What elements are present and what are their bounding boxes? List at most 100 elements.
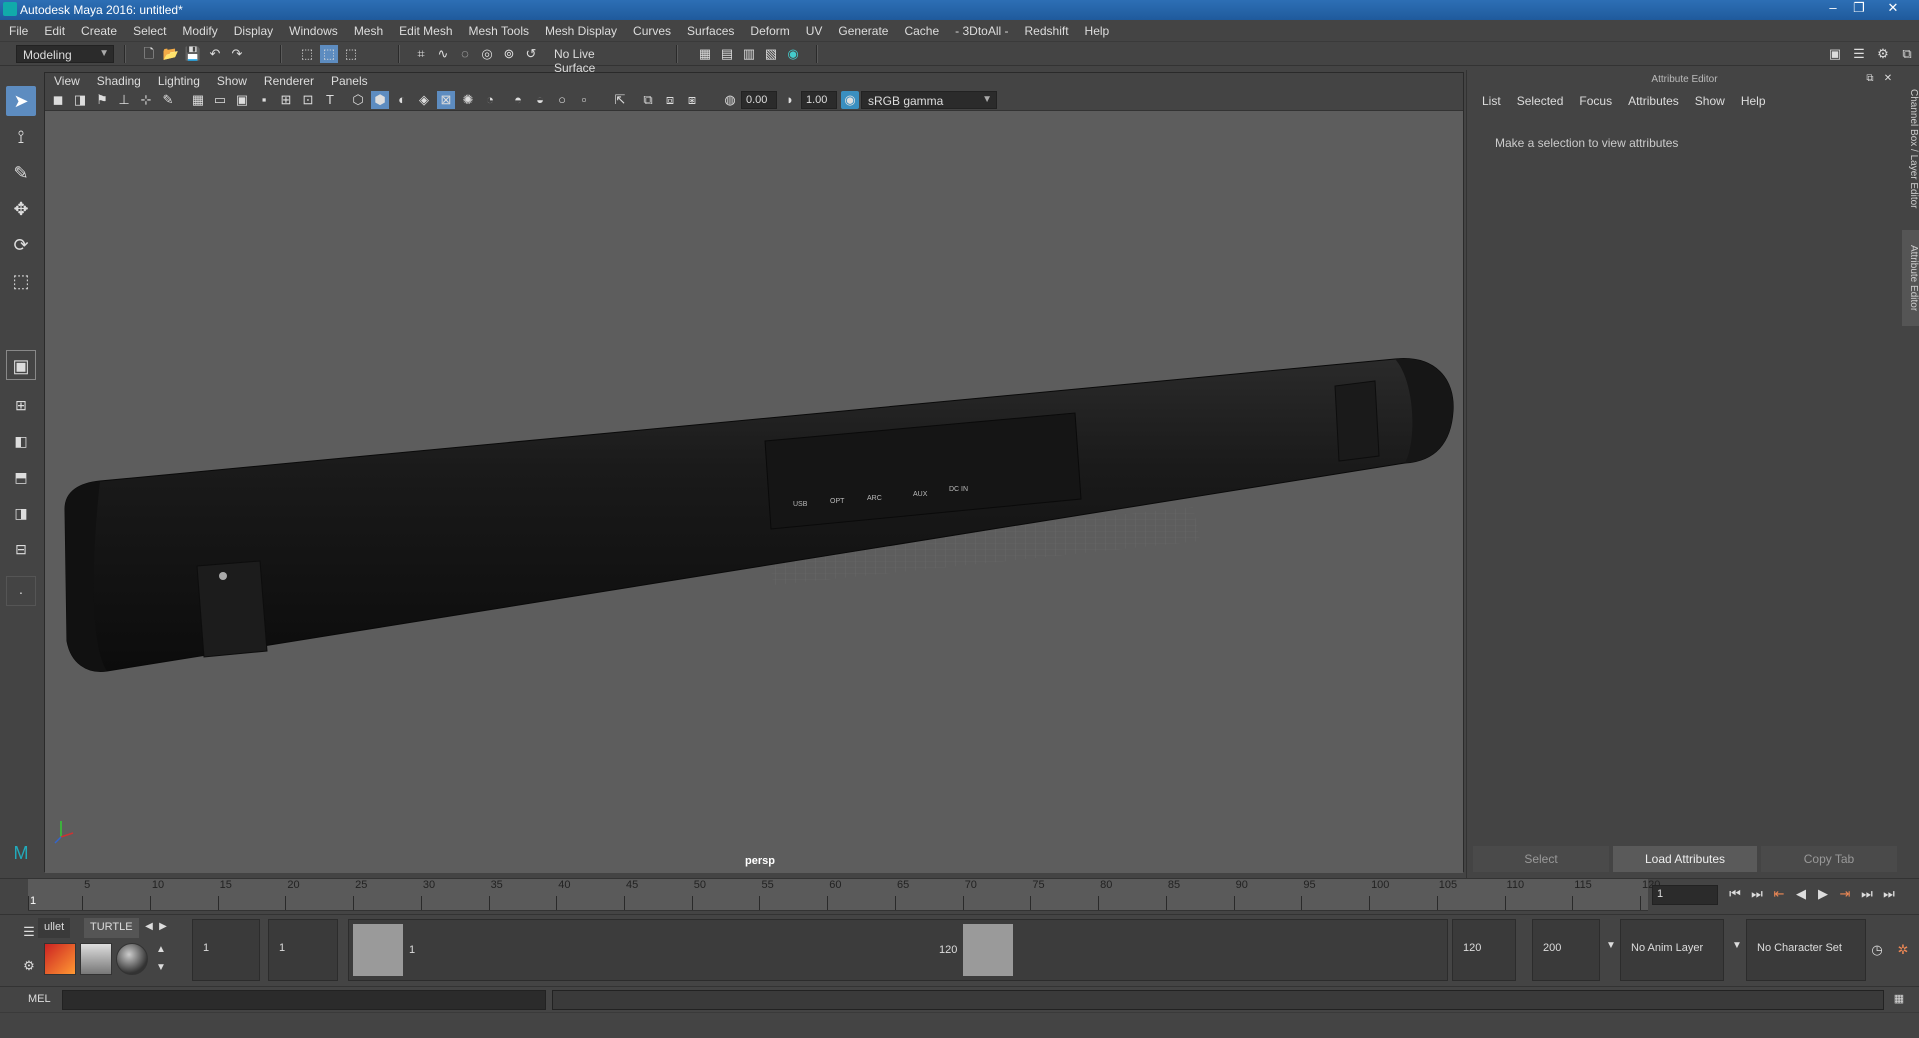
menu-mesh-display[interactable]: Mesh Display bbox=[536, 20, 624, 38]
menu-modify[interactable]: Modify bbox=[173, 20, 224, 38]
persp-outliner-layout-icon[interactable]: ◧ bbox=[6, 426, 36, 456]
xray-components-icon[interactable]: ⧆ bbox=[683, 91, 701, 109]
lasso-tool-icon[interactable]: ⟟ bbox=[6, 122, 36, 152]
viewport-menu-panels[interactable]: Panels bbox=[322, 73, 376, 88]
channel-box-icon[interactable]: ⧉ bbox=[1898, 45, 1916, 63]
select-button[interactable]: Select bbox=[1473, 846, 1609, 872]
film-gate-icon[interactable]: ▭ bbox=[211, 91, 229, 109]
ae-menu-focus[interactable]: Focus bbox=[1570, 94, 1619, 108]
auto-key-icon[interactable]: ◷ bbox=[1868, 941, 1886, 959]
snap-curve-icon[interactable]: ∿ bbox=[434, 45, 452, 63]
menu-mesh[interactable]: Mesh bbox=[345, 20, 390, 38]
select-tool-icon[interactable]: ➤ bbox=[6, 86, 36, 116]
menu-curves[interactable]: Curves bbox=[624, 20, 678, 38]
menu-file[interactable]: File bbox=[0, 20, 35, 38]
render-settings-icon[interactable]: ▦ bbox=[696, 45, 714, 63]
shelf-tab-bullet[interactable]: ullet bbox=[38, 918, 71, 938]
xray-joints-icon[interactable]: ⧈ bbox=[661, 91, 679, 109]
command-language-label[interactable]: MEL bbox=[28, 993, 51, 1005]
play-forwards-icon[interactable]: ▶ bbox=[1814, 885, 1832, 903]
range-start-handle[interactable] bbox=[353, 924, 403, 976]
ae-menu-show[interactable]: Show bbox=[1686, 94, 1732, 108]
menu-display[interactable]: Display bbox=[225, 20, 280, 38]
gamma-field[interactable]: 1.00 bbox=[801, 91, 837, 109]
speaker-tube-model[interactable] bbox=[64, 358, 1454, 672]
anim-layer-dropdown[interactable]: No Anim Layer bbox=[1620, 919, 1724, 981]
tool-settings-icon[interactable]: ⚙ bbox=[1874, 45, 1892, 63]
close-button[interactable]: ✕ bbox=[1880, 0, 1906, 18]
playback-start-field[interactable]: 1 bbox=[268, 919, 338, 981]
camera-attributes-icon[interactable]: ◨ bbox=[71, 91, 89, 109]
menu-3dtoall[interactable]: - 3DtoAll - bbox=[946, 20, 1015, 38]
safe-title-icon[interactable]: T bbox=[321, 91, 339, 109]
four-view-layout-icon[interactable]: ⊞ bbox=[6, 390, 36, 420]
viewport-menu-lighting[interactable]: Lighting bbox=[149, 73, 208, 88]
isolate-select-icon[interactable]: ⇱ bbox=[611, 91, 629, 109]
bookmark-icon[interactable]: ⚑ bbox=[93, 91, 111, 109]
step-back-frame-icon[interactable]: ⇤ bbox=[1770, 885, 1788, 903]
single-perspective-layout-icon[interactable]: ▣ bbox=[6, 350, 36, 380]
shelf-settings-icon[interactable]: ⚙ bbox=[20, 957, 38, 975]
grid-icon[interactable]: ▦ bbox=[189, 91, 207, 109]
smooth-shade-icon[interactable]: ⬢ bbox=[371, 91, 389, 109]
playback-end-field[interactable]: 120 bbox=[1452, 919, 1516, 981]
viewport-menu-view[interactable]: View bbox=[45, 73, 88, 88]
modeling-toolkit-icon[interactable]: ▣ bbox=[1826, 45, 1844, 63]
menu-help[interactable]: Help bbox=[1076, 20, 1117, 38]
viewport-menu-renderer[interactable]: Renderer bbox=[255, 73, 322, 88]
menu-select[interactable]: Select bbox=[124, 20, 173, 38]
grease-pencil-icon[interactable]: ✎ bbox=[159, 91, 177, 109]
select-component-icon[interactable]: ⬚ bbox=[342, 45, 360, 63]
camera-icon[interactable]: ◼ bbox=[49, 91, 67, 109]
command-input[interactable] bbox=[62, 990, 546, 1010]
menu-edit-mesh[interactable]: Edit Mesh bbox=[390, 20, 459, 38]
menu-set-dropdown[interactable]: Modeling ▼ bbox=[16, 45, 114, 63]
script-editor-icon[interactable]: ▦ bbox=[1890, 990, 1908, 1008]
redo-icon[interactable]: ↷ bbox=[228, 45, 246, 63]
snap-point-icon[interactable]: ◌ bbox=[456, 45, 474, 63]
character-set-dropdown[interactable]: No Character Set bbox=[1746, 919, 1866, 981]
ae-menu-selected[interactable]: Selected bbox=[1508, 94, 1571, 108]
gate-mask-icon[interactable]: ▪ bbox=[255, 91, 273, 109]
turtle-render-icon[interactable] bbox=[44, 943, 76, 975]
range-slider[interactable]: 1 120 bbox=[348, 919, 1448, 981]
shelf-scroll-right-icon[interactable]: ▶ bbox=[154, 918, 172, 936]
menu-surfaces[interactable]: Surfaces bbox=[678, 20, 741, 38]
maximize-button[interactable]: ❐ bbox=[1846, 0, 1872, 18]
render-frame-icon[interactable]: ▤ bbox=[718, 45, 736, 63]
play-backwards-icon[interactable]: ◀ bbox=[1792, 885, 1810, 903]
shelf-tab-turtle[interactable]: TURTLE bbox=[84, 918, 139, 938]
menu-deform[interactable]: Deform bbox=[741, 20, 796, 38]
menu-edit[interactable]: Edit bbox=[35, 20, 72, 38]
exposure-field[interactable]: 0.00 bbox=[741, 91, 777, 109]
wireframe-icon[interactable]: ⬡ bbox=[349, 91, 367, 109]
hypershade-icon[interactable]: ◉ bbox=[784, 45, 802, 63]
go-to-start-icon[interactable]: ⏮ bbox=[1726, 885, 1744, 903]
shelf-up-icon[interactable]: ▲ bbox=[152, 941, 170, 959]
viewport-menu-shading[interactable]: Shading bbox=[88, 73, 149, 88]
make-live-icon[interactable]: ⊚ bbox=[500, 45, 518, 63]
motion-blur-icon[interactable]: ◒ bbox=[531, 91, 549, 109]
rotate-tool-icon[interactable]: ⟳ bbox=[6, 230, 36, 260]
3d-viewport-canvas[interactable]: USB OPT ARC AUX DC IN persp bbox=[45, 111, 1463, 873]
use-all-lights-icon[interactable]: ✺ bbox=[459, 91, 477, 109]
anti-aliasing-icon[interactable]: ○ bbox=[553, 91, 571, 109]
chevron-down-icon[interactable]: ▼ bbox=[1728, 937, 1746, 955]
menu-cache[interactable]: Cache bbox=[895, 20, 946, 38]
persp-uv-layout-icon[interactable]: ⊟ bbox=[6, 534, 36, 564]
depth-of-field-icon[interactable]: ▫ bbox=[575, 91, 593, 109]
load-attributes-button[interactable]: Load Attributes bbox=[1613, 846, 1757, 872]
textured-icon[interactable]: ⊠ bbox=[437, 91, 455, 109]
render-view-icon[interactable]: ▧ bbox=[762, 45, 780, 63]
step-back-key-icon[interactable]: ⏭ bbox=[1748, 885, 1766, 903]
select-hierarchy-icon[interactable]: ⬚ bbox=[298, 45, 316, 63]
ae-menu-list[interactable]: List bbox=[1473, 94, 1508, 108]
animation-preferences-icon[interactable]: ✲ bbox=[1894, 941, 1912, 959]
color-management-icon[interactable]: ◉ bbox=[841, 91, 859, 109]
view-transform-dropdown[interactable]: sRGB gamma ▼ bbox=[861, 91, 997, 109]
wireframe-on-shaded-icon[interactable]: ◈ bbox=[415, 91, 433, 109]
select-object-icon[interactable]: ⬚ bbox=[320, 45, 338, 63]
move-tool-icon[interactable]: ✥ bbox=[6, 194, 36, 224]
ae-menu-attributes[interactable]: Attributes bbox=[1619, 94, 1686, 108]
minimize-button[interactable]: – bbox=[1820, 0, 1846, 18]
